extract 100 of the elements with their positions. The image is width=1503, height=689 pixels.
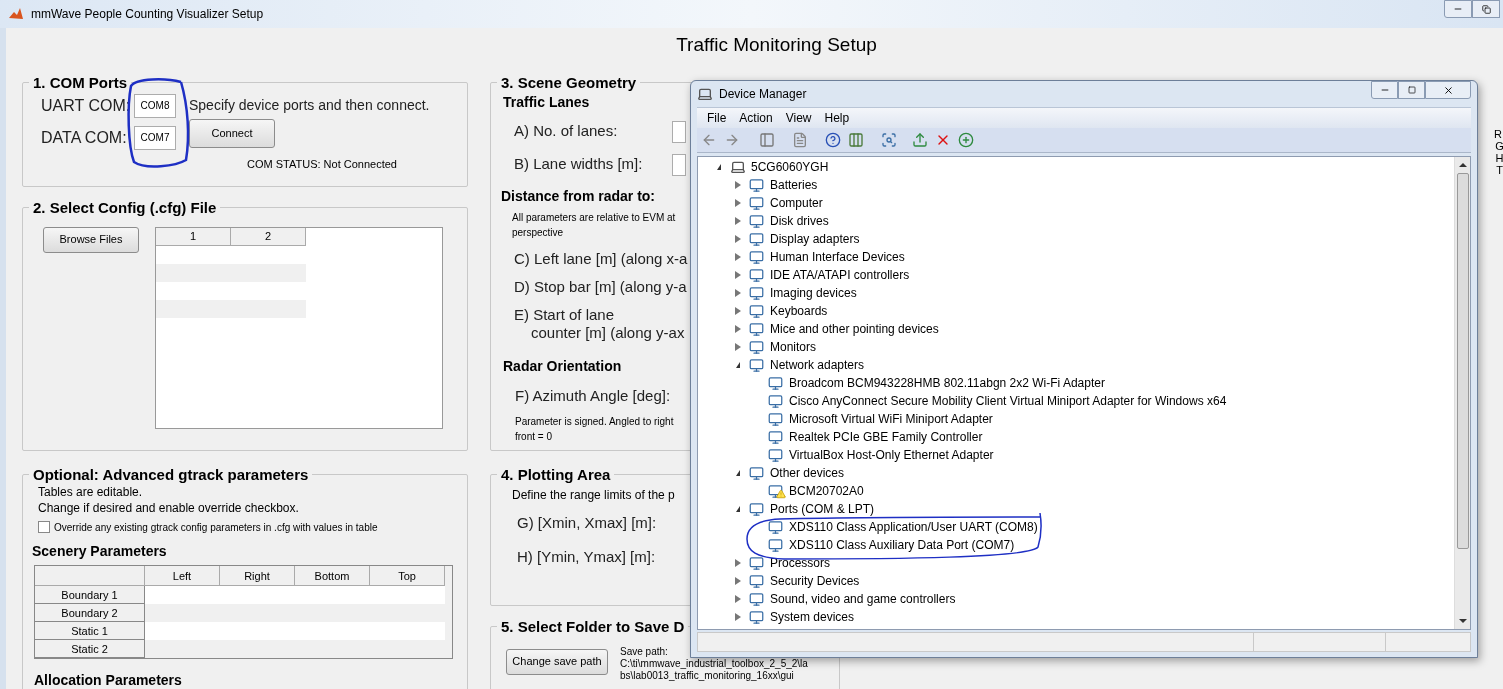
tree-item[interactable]: System devices — [770, 608, 855, 626]
monitor-icon — [749, 573, 764, 589]
tree-item[interactable]: VirtualBox Host-Only Ethernet Adapter — [789, 446, 994, 464]
scrollbar[interactable] — [1454, 157, 1470, 629]
tree-item[interactable]: IDE ATA/ATAPI controllers — [770, 266, 910, 284]
collapsed-caret-icon[interactable] — [734, 325, 741, 333]
collapsed-caret-icon[interactable] — [734, 181, 741, 189]
expanded-caret-icon[interactable] — [735, 362, 740, 368]
collapsed-caret-icon[interactable] — [734, 577, 741, 585]
menu-item[interactable]: File — [707, 109, 727, 127]
maximize-icon — [1407, 86, 1416, 94]
columns-icon[interactable] — [848, 132, 864, 148]
help-icon[interactable] — [825, 132, 841, 148]
maximize-button[interactable] — [1398, 81, 1425, 99]
laptop-icon — [730, 159, 746, 175]
section-title: Allocation Parameters — [34, 670, 183, 689]
connect-button[interactable]: Connect — [189, 118, 275, 148]
collapsed-caret-icon[interactable] — [734, 271, 741, 279]
tree-item[interactable]: Display adapters — [770, 230, 860, 248]
note-text: Tables are editable. — [38, 483, 144, 500]
menu-item[interactable]: Action — [739, 109, 773, 127]
expanded-caret-icon[interactable] — [735, 470, 740, 476]
scroll-up-icon[interactable] — [1458, 163, 1467, 167]
monitor-icon — [749, 267, 764, 283]
collapsed-caret-icon[interactable] — [734, 559, 741, 567]
tree-item[interactable]: Imaging devices — [770, 284, 857, 302]
column-header: 1 — [156, 227, 231, 246]
tree-item[interactable]: Human Interface Devices — [770, 248, 905, 266]
panel-icon[interactable] — [759, 132, 775, 148]
menu-item[interactable]: View — [785, 109, 812, 127]
tree-item[interactable]: Other devices — [770, 464, 845, 482]
collapsed-caret-icon[interactable] — [734, 289, 741, 297]
monitor-icon — [768, 483, 783, 499]
monitor-icon — [768, 393, 783, 409]
tree-item[interactable]: BCM20702A0 — [789, 482, 864, 500]
close-button[interactable] — [1425, 81, 1471, 99]
note-text: Change if desired and enable override checkbox. — [38, 499, 300, 516]
tree-item[interactable]: Monitors — [770, 338, 816, 356]
push-button[interactable]: Change save path — [506, 648, 608, 675]
tree-item[interactable]: Computer — [770, 194, 823, 212]
collapsed-caret-icon[interactable] — [734, 217, 741, 225]
tree-item[interactable]: Keyboards — [770, 302, 828, 320]
tree-item[interactable]: Security Devices — [770, 572, 860, 590]
expanded-caret-icon[interactable] — [735, 506, 740, 512]
section-title: Traffic Lanes — [503, 92, 590, 112]
upload-icon[interactable] — [912, 132, 928, 148]
minimize-button[interactable] — [1371, 81, 1398, 99]
menu-item[interactable]: Help — [824, 109, 850, 127]
setup-heading: Traffic Monitoring Setup — [676, 33, 877, 57]
collapsed-caret-icon[interactable] — [734, 343, 741, 351]
document-icon[interactable] — [792, 132, 808, 148]
input-field[interactable] — [672, 120, 686, 143]
collapsed-caret-icon[interactable] — [734, 307, 741, 315]
collapsed-caret-icon[interactable] — [734, 613, 741, 621]
tree-item[interactable]: Disk drives — [770, 212, 829, 230]
monitor-icon — [768, 537, 783, 553]
field-label: D) Stop bar [m] (along y-a — [514, 277, 687, 296]
input-field[interactable]: COM8 — [134, 93, 176, 118]
restore-icon — [1481, 4, 1491, 14]
input-field[interactable] — [672, 153, 686, 176]
field-label: H) [Ymin, Ymax] [m]: — [517, 547, 656, 568]
tree-item[interactable]: Processors — [770, 554, 831, 572]
note-text: perspective — [512, 225, 564, 240]
tree-item[interactable]: Microsoft Virtual WiFi Miniport Adapter — [789, 410, 993, 428]
tree-item[interactable]: 5CG6060YGH — [751, 158, 829, 176]
plus-circle-icon[interactable] — [958, 132, 974, 148]
vertical-label: RIGHT — [1494, 128, 1503, 177]
expanded-caret-icon[interactable] — [716, 164, 721, 170]
window-title: mmWave People Counting Visualizer Setup — [31, 6, 264, 23]
scroll-down-icon[interactable] — [1458, 619, 1467, 623]
section-title: Scenery Parameters — [32, 541, 168, 561]
tree-item[interactable]: Cisco AnyConnect Secure Mobility Client Virtual Miniport Adapter for Windows x64 — [789, 392, 1227, 410]
panel-title: 2. Select Config (.cfg) File — [32, 198, 218, 217]
restore-button[interactable] — [1472, 0, 1500, 18]
tree-item[interactable]: Realtek PCIe GBE Family Controller — [789, 428, 983, 446]
scan-search-icon[interactable] — [881, 132, 897, 148]
collapsed-caret-icon[interactable] — [734, 253, 741, 261]
push-button[interactable]: Browse Files — [43, 226, 139, 253]
field-label: E) Start of lane — [514, 305, 615, 324]
tree-item[interactable]: XDS110 Class Application/User UART (COM8) — [789, 518, 1038, 536]
note-text: front = 0 — [515, 430, 552, 444]
collapsed-caret-icon[interactable] — [734, 595, 741, 603]
tree-item[interactable]: Mice and other pointing devices — [770, 320, 939, 338]
field-label: F) Azimuth Angle [deg]: — [514, 385, 671, 406]
tree-item[interactable]: Sound, video and game controllers — [770, 590, 956, 608]
minimize-button[interactable] — [1444, 0, 1472, 18]
window-title: Device Manager — [719, 86, 807, 103]
monitor-icon — [749, 249, 764, 265]
collapsed-caret-icon[interactable] — [734, 199, 741, 207]
tree-item[interactable]: Network adapters — [770, 356, 865, 374]
tree-item[interactable]: Batteries — [770, 176, 818, 194]
section-title: Radar Orientation — [503, 356, 622, 376]
tree-item[interactable]: XDS110 Class Auxiliary Data Port (COM7) — [789, 536, 1015, 554]
tree-item[interactable]: Ports (COM & LPT) — [770, 500, 874, 518]
panel-title: 5. Select Folder to Save D — [500, 617, 686, 636]
tree-item[interactable]: Broadcom BCM943228HMB 802.11abgn 2x2 Wi-Fi Adapter — [789, 374, 1105, 392]
input-field[interactable]: COM7 — [134, 125, 176, 150]
scroll-thumb[interactable] — [1456, 173, 1469, 549]
collapsed-caret-icon[interactable] — [734, 235, 741, 243]
override-checkbox[interactable] — [38, 521, 50, 533]
